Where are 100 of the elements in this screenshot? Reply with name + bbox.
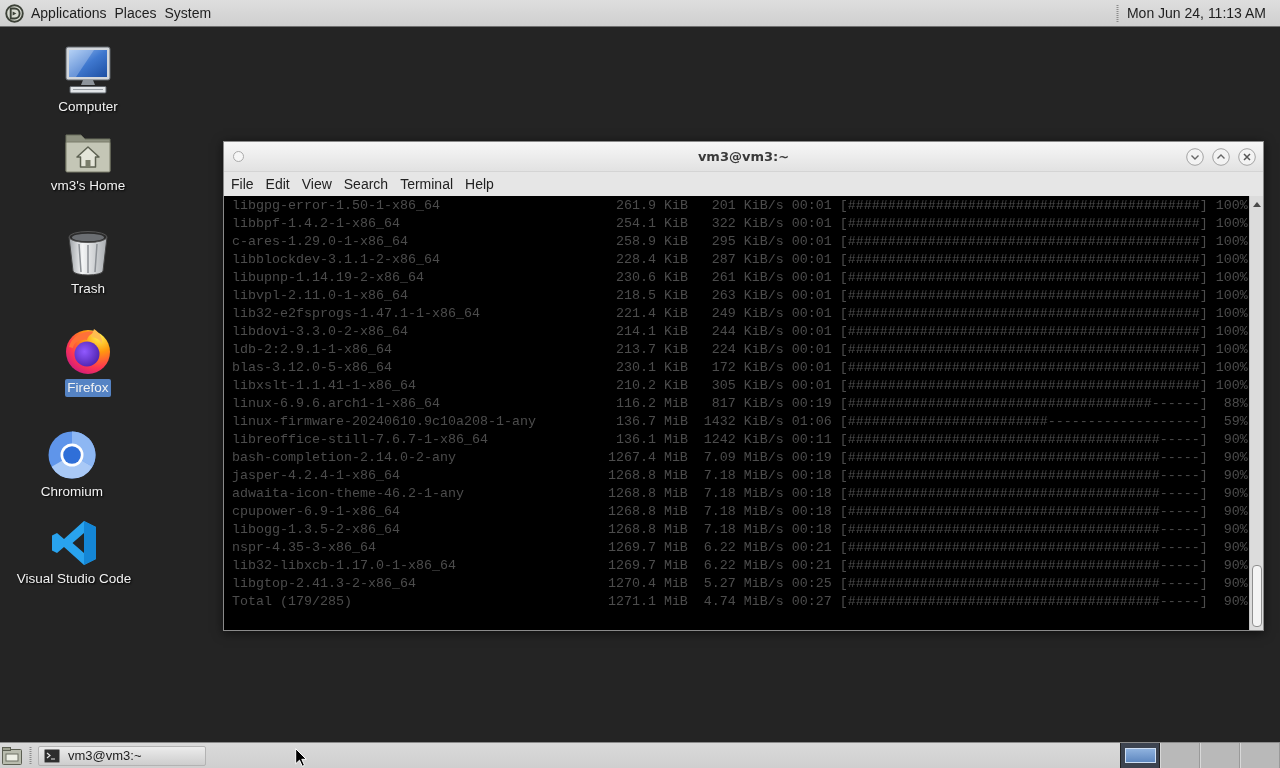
flame-globe-icon[interactable]	[64, 327, 112, 375]
transfer-rate: 224 KiB/s	[711, 341, 784, 359]
time-remaining: 00:01	[791, 359, 832, 377]
time-remaining: 00:18	[791, 485, 832, 503]
drag-handle[interactable]	[1115, 4, 1119, 22]
package-name: lib32-libxcb-1.17.0-1-x86_64	[232, 557, 456, 575]
menu-item[interactable]: Search	[337, 173, 395, 195]
package-name: c-ares-1.29.0-1-x86_64	[232, 233, 408, 251]
percent-text: 90%	[1223, 467, 1248, 485]
menu-item[interactable]: Terminal	[394, 173, 460, 195]
workspace[interactable]	[1120, 743, 1160, 768]
transfer-rate: 201 KiB/s	[711, 197, 784, 215]
time-remaining: 00:27	[791, 593, 832, 611]
download-size: 1268.8 MiB	[607, 503, 688, 521]
time-remaining: 00:01	[791, 215, 832, 233]
package-name: linux-6.9.6.arch1-1-x86_64	[232, 395, 440, 413]
package-name: libupnp-1.14.19-2-x86_64	[232, 269, 424, 287]
transfer-rate: 5.27 MiB/s	[703, 575, 784, 593]
progress-text: [#######################################-----]	[839, 521, 1208, 539]
progress-text: [############################################]	[839, 323, 1208, 341]
close-button[interactable]	[1238, 147, 1256, 166]
icon-label[interactable]: Firefox	[65, 379, 111, 397]
time-remaining: 00:18	[791, 467, 832, 485]
percent-text: 90%	[1223, 521, 1248, 539]
panel-menu[interactable]: Applications	[28, 3, 110, 23]
scrollbar[interactable]	[1249, 196, 1263, 630]
progress-text: [#######################################-----]	[839, 503, 1208, 521]
computer-icon[interactable]	[64, 46, 112, 94]
time-remaining: 00:01	[791, 287, 832, 305]
icon-label[interactable]: Computer	[56, 98, 120, 116]
menu-item[interactable]: Help	[459, 173, 500, 195]
progress-text: [#######################################-----]	[839, 557, 1208, 575]
task-button[interactable]: vm3@vm3:~	[38, 745, 206, 766]
icon-label[interactable]: Chromium	[38, 483, 106, 501]
percent-text: 100%	[1215, 377, 1248, 395]
download-size: 1268.8 MiB	[607, 521, 688, 539]
package-name: libblockdev-3.1.1-2-x86_64	[232, 251, 440, 269]
package-name: libreoffice-still-7.6.7-1-x86_64	[232, 431, 488, 449]
trash-icon[interactable]	[66, 230, 110, 276]
progress-text: [############################################]	[839, 305, 1208, 323]
package-name: libgtop-2.41.3-2-x86_64	[232, 575, 416, 593]
panel-menu[interactable]: Places	[111, 3, 160, 23]
time-remaining: 00:19	[791, 449, 832, 467]
menu-item[interactable]: File	[225, 173, 260, 195]
transfer-rate: 1242 KiB/s	[703, 431, 784, 449]
package-name: cpupower-6.9-1-x86_64	[232, 503, 400, 521]
icon-label[interactable]: Visual Studio Code	[14, 570, 134, 588]
progress-text: [#######################################-----]	[839, 539, 1208, 557]
progress-text: [############################################]	[839, 341, 1208, 359]
percent-text: 90%	[1223, 557, 1248, 575]
percent-text: 100%	[1215, 251, 1248, 269]
transfer-rate: 6.22 MiB/s	[703, 539, 784, 557]
package-name: libbpf-1.4.2-1-x86_64	[232, 215, 400, 233]
menu-item[interactable]: View	[295, 173, 338, 195]
percent-text: 100%	[1215, 197, 1248, 215]
progress-text: [############################################]	[839, 215, 1208, 233]
terminal-icon	[44, 748, 60, 763]
transfer-rate: 263 KiB/s	[711, 287, 784, 305]
transfer-rate: 249 KiB/s	[711, 305, 784, 323]
ribbon-logo-icon[interactable]	[51, 520, 97, 566]
transfer-rate: 7.18 MiB/s	[703, 467, 784, 485]
window-title: vm3@vm3:~	[697, 149, 790, 164]
progress-text: [############################################]	[839, 287, 1208, 305]
download-size: 228.4 KiB	[615, 251, 688, 269]
folder-icon[interactable]	[2, 746, 22, 765]
percent-text: 90%	[1223, 575, 1248, 593]
home-folder-icon[interactable]	[64, 131, 112, 173]
up-arrow-icon[interactable]	[1252, 202, 1261, 207]
package-name: adwaita-icon-theme-46.2-1-any	[232, 485, 464, 503]
clock[interactable]: Mon Jun 24, 11:13 AM	[1126, 4, 1266, 22]
drag-handle[interactable]	[29, 747, 32, 764]
scrollbar-thumb[interactable]	[1251, 565, 1262, 627]
download-size: 136.7 MiB	[615, 413, 688, 431]
time-remaining: 00:01	[791, 251, 832, 269]
transfer-rate: 261 KiB/s	[711, 269, 784, 287]
percent-text: 100%	[1215, 359, 1248, 377]
package-name: libxslt-1.1.41-1-x86_64	[232, 377, 416, 395]
download-size: 1268.8 MiB	[607, 467, 688, 485]
round-logo-icon[interactable]	[5, 3, 24, 23]
package-name: libdovi-3.3.0-2-x86_64	[232, 323, 408, 341]
package-name: nspr-4.35-3-x86_64	[232, 539, 376, 557]
time-remaining: 00:18	[791, 521, 832, 539]
progress-text: [############################################]	[839, 251, 1208, 269]
time-remaining: 00:01	[791, 233, 832, 251]
time-remaining: 00:01	[791, 269, 832, 287]
ring-circle-icon[interactable]	[48, 431, 96, 479]
time-remaining: 00:01	[791, 377, 832, 395]
panel-menu[interactable]: System	[161, 3, 215, 23]
transfer-rate: 322 KiB/s	[711, 215, 784, 233]
progress-text: [############################################]	[839, 377, 1208, 395]
transfer-rate: 287 KiB/s	[711, 251, 784, 269]
menu-item[interactable]: Edit	[259, 173, 296, 195]
download-size: 210.2 KiB	[615, 377, 688, 395]
icon-label[interactable]: Trash	[69, 280, 107, 298]
progress-text: [#######################################-----]	[839, 467, 1208, 485]
progress-text: [############################################]	[839, 269, 1208, 287]
package-name: jasper-4.2.4-1-x86_64	[232, 467, 400, 485]
transfer-rate: 7.18 MiB/s	[703, 521, 784, 539]
time-remaining: 00:18	[791, 503, 832, 521]
icon-label[interactable]: vm3's Home	[48, 177, 128, 195]
